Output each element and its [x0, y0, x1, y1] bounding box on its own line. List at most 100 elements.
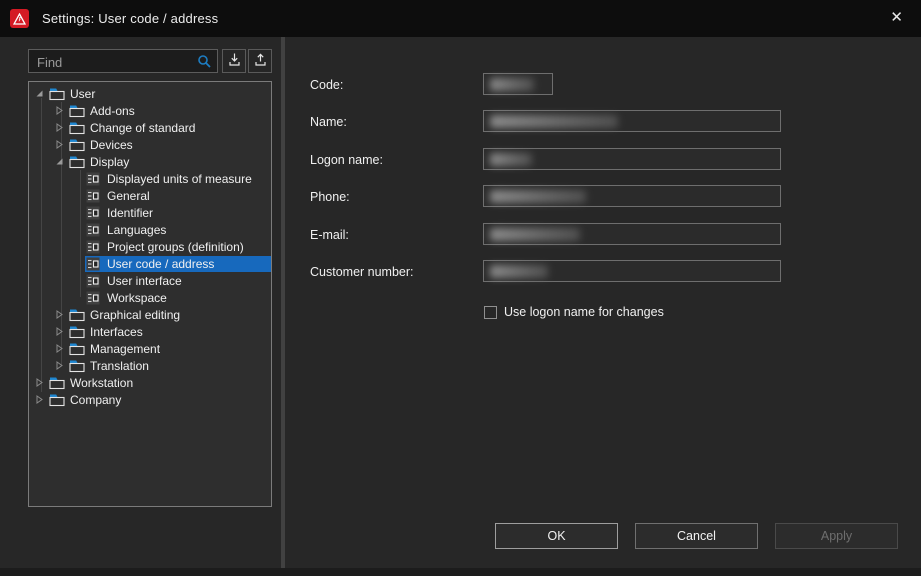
redacted-value — [490, 190, 586, 203]
tree-item-content: General — [85, 188, 271, 204]
settings-page-icon — [86, 223, 102, 237]
find-box — [28, 49, 218, 73]
folder-icon — [49, 376, 65, 390]
panel-splitter[interactable] — [281, 37, 285, 568]
tree-item-user[interactable]: User — [29, 85, 271, 102]
redacted-value — [490, 153, 532, 166]
tree-item-languages[interactable]: Languages — [29, 221, 271, 238]
close-icon[interactable]: ✕ — [886, 8, 907, 28]
window-bottom-edge — [0, 568, 921, 576]
tree-item-content: Workstation — [48, 375, 271, 391]
tree-item-content: Display — [68, 154, 271, 170]
folder-icon — [69, 155, 85, 169]
tree-item-general[interactable]: General — [29, 187, 271, 204]
search-input[interactable] — [35, 51, 191, 73]
folder-icon — [69, 121, 85, 135]
tree-item-label: Display — [90, 155, 135, 169]
folder-icon — [49, 393, 65, 407]
tree-item-workspace[interactable]: Workspace — [29, 289, 271, 306]
settings-page-icon — [86, 274, 102, 288]
tree-item-company[interactable]: Company — [29, 391, 271, 408]
tree-item-label: Workspace — [107, 291, 173, 305]
tree-item-displayed-units-of-measure[interactable]: Displayed units of measure — [29, 170, 271, 187]
ok-button[interactable]: OK — [495, 523, 618, 549]
app-logo-icon — [10, 9, 29, 28]
tree-item-label: Interfaces — [90, 325, 149, 339]
tree-item-label: Translation — [90, 359, 155, 373]
tree-item-content: Workspace — [85, 290, 271, 306]
tree-item-management[interactable]: Management — [29, 340, 271, 357]
tree-item-content: Interfaces — [68, 324, 271, 340]
tree-item-interfaces[interactable]: Interfaces — [29, 323, 271, 340]
folder-icon — [69, 104, 85, 118]
tree-item-identifier[interactable]: Identifier — [29, 204, 271, 221]
redacted-value — [490, 78, 534, 91]
phone-field[interactable] — [483, 185, 781, 207]
code-field[interactable] — [483, 73, 553, 95]
redacted-value — [490, 265, 548, 278]
expand-arrow-icon[interactable] — [55, 140, 68, 149]
tree-item-project-groups-definition[interactable]: Project groups (definition) — [29, 238, 271, 255]
cancel-button[interactable]: Cancel — [635, 523, 758, 549]
tree-item-label: Workstation — [70, 376, 139, 390]
tree-item-label: Company — [70, 393, 127, 407]
tree-item-user-code-address[interactable]: User code / address — [29, 255, 271, 272]
tree-item-label: User — [70, 87, 101, 101]
name-field[interactable] — [483, 110, 781, 132]
tree-item-label: Devices — [90, 138, 139, 152]
tree-item-change-of-standard[interactable]: Change of standard — [29, 119, 271, 136]
phone-label: Phone: — [310, 190, 350, 204]
tree-item-label: Displayed units of measure — [107, 172, 258, 186]
collapse-arrow-icon[interactable] — [35, 89, 48, 98]
tree-item-label: General — [107, 189, 156, 203]
expand-arrow-icon[interactable] — [55, 344, 68, 353]
tree-item-user-interface[interactable]: User interface — [29, 272, 271, 289]
expand-arrow-icon[interactable] — [55, 123, 68, 132]
expand-arrow-icon[interactable] — [35, 395, 48, 404]
search-icon[interactable] — [197, 54, 212, 74]
tree-item-label: Change of standard — [90, 121, 201, 135]
settings-tree: User Add-ons Change of standard Devices Disp… — [29, 82, 271, 408]
customer-number-label: Customer number: — [310, 265, 414, 279]
expand-arrow-icon[interactable] — [55, 310, 68, 319]
tree-item-content: Languages — [85, 222, 271, 238]
tree-item-label: User interface — [107, 274, 188, 288]
expand-arrow-icon[interactable] — [55, 327, 68, 336]
expand-arrow-icon[interactable] — [35, 378, 48, 387]
tree-item-content: Add-ons — [68, 103, 271, 119]
apply-button[interactable]: Apply — [775, 523, 898, 549]
import-settings-button[interactable] — [222, 49, 246, 73]
tree-item-workstation[interactable]: Workstation — [29, 374, 271, 391]
settings-page-icon — [86, 257, 102, 271]
tree-item-display[interactable]: Display — [29, 153, 271, 170]
expand-arrow-icon[interactable] — [55, 106, 68, 115]
logon-name-label: Logon name: — [310, 153, 383, 167]
logon-name-field[interactable] — [483, 148, 781, 170]
folder-icon — [69, 359, 85, 373]
tree-item-content: User code / address — [85, 256, 271, 272]
email-field[interactable] — [483, 223, 781, 245]
expand-arrow-icon[interactable] — [55, 361, 68, 370]
tree-item-add-ons[interactable]: Add-ons — [29, 102, 271, 119]
tree-item-label: Identifier — [107, 206, 159, 220]
folder-icon — [69, 342, 85, 356]
window-title: Settings: User code / address — [42, 11, 218, 26]
collapse-arrow-icon[interactable] — [55, 157, 68, 166]
tree-item-content: Graphical editing — [68, 307, 271, 323]
tree-item-devices[interactable]: Devices — [29, 136, 271, 153]
redacted-value — [490, 228, 580, 241]
upload-icon — [253, 52, 268, 70]
export-settings-button[interactable] — [248, 49, 272, 73]
customer-number-field[interactable] — [483, 260, 781, 282]
use-logon-name-checkbox[interactable] — [484, 306, 497, 319]
settings-window: Settings: User code / address ✕ — [0, 0, 921, 576]
tree-item-content: Devices — [68, 137, 271, 153]
tree-item-translation[interactable]: Translation — [29, 357, 271, 374]
settings-page-icon — [86, 240, 102, 254]
tree-item-content: User — [48, 86, 271, 102]
folder-icon — [69, 325, 85, 339]
tree-item-label: Project groups (definition) — [107, 240, 250, 254]
redacted-value — [490, 115, 618, 128]
tree-item-graphical-editing[interactable]: Graphical editing — [29, 306, 271, 323]
tree-item-label: Graphical editing — [90, 308, 186, 322]
